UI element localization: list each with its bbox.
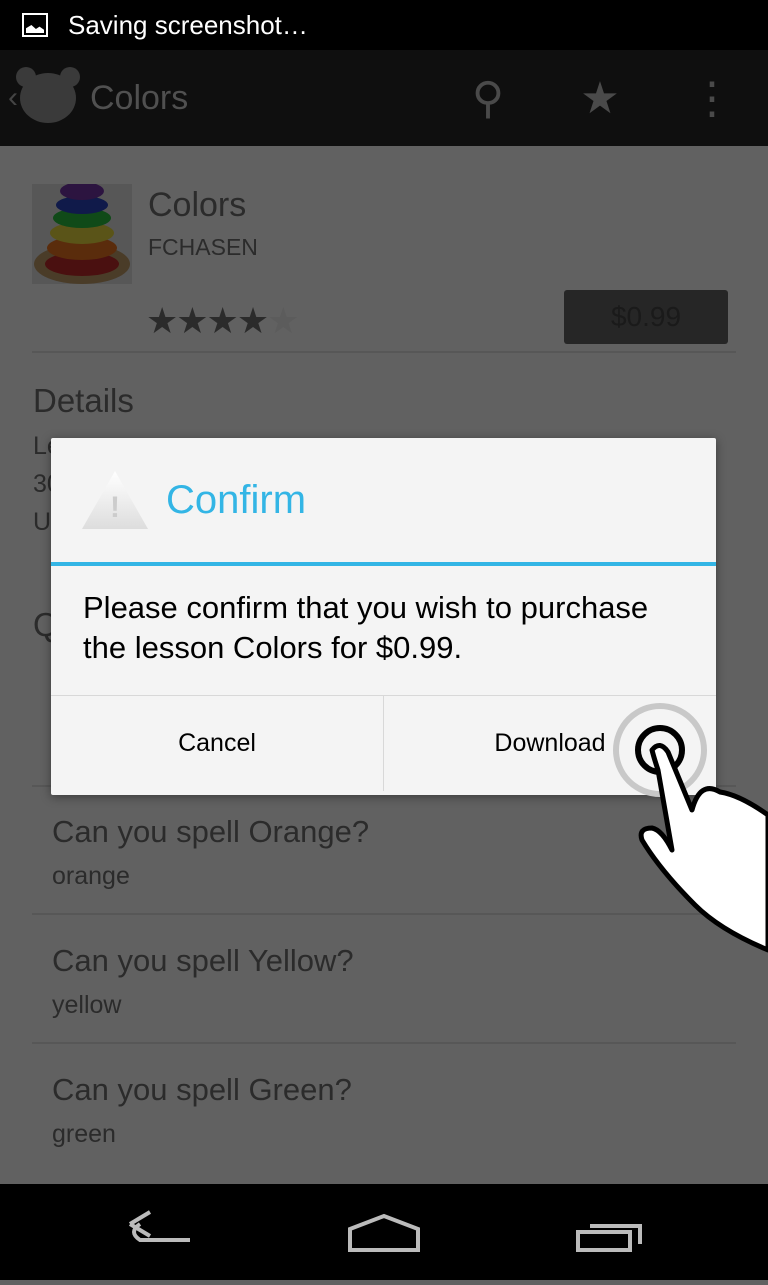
question[interactable]: Can you spell Orange? bbox=[52, 814, 369, 850]
divider bbox=[32, 1042, 736, 1044]
back-chevron-icon[interactable]: ‹ bbox=[8, 81, 18, 115]
answer: yellow bbox=[52, 991, 122, 1019]
answer: orange bbox=[52, 862, 130, 890]
dialog-title: Confirm bbox=[166, 477, 307, 522]
back-icon[interactable] bbox=[128, 1210, 190, 1242]
cancel-button[interactable]: Cancel bbox=[51, 696, 384, 791]
question[interactable]: Can you spell Yellow? bbox=[52, 943, 354, 979]
notification-text: Saving screenshot… bbox=[68, 9, 308, 40]
navigation-bar bbox=[0, 1184, 768, 1280]
lesson-thumbnail bbox=[32, 184, 132, 284]
action-bar-title: Colors bbox=[90, 78, 189, 117]
bear-logo-icon[interactable] bbox=[16, 67, 80, 123]
lesson-author: FCHASEN bbox=[148, 234, 258, 260]
divider bbox=[32, 351, 736, 353]
touch-pointer-icon bbox=[613, 703, 768, 953]
question[interactable]: Can you spell Green? bbox=[52, 1072, 352, 1108]
lesson-name: Colors bbox=[148, 186, 247, 224]
status-bar: Saving screenshot… bbox=[0, 0, 768, 50]
action-bar: ‹ Colors ⚲ ★ ⋮ bbox=[0, 50, 768, 146]
home-icon[interactable] bbox=[348, 1213, 420, 1252]
search-icon[interactable]: ⚲ bbox=[432, 73, 544, 124]
details-heading: Details bbox=[33, 382, 134, 419]
recent-apps-icon[interactable] bbox=[576, 1224, 642, 1252]
dialog-message: Please confirm that you wish to purchase… bbox=[51, 566, 716, 696]
details-text: U bbox=[33, 508, 52, 536]
overflow-menu-icon[interactable]: ⋮ bbox=[656, 73, 768, 124]
star-icon[interactable]: ★ bbox=[544, 73, 656, 124]
warning-icon bbox=[82, 471, 148, 529]
rating-stars: ★★★★★ bbox=[146, 300, 299, 341]
price-button[interactable]: $0.99 bbox=[564, 290, 728, 344]
answer: green bbox=[52, 1120, 116, 1148]
image-icon bbox=[22, 13, 48, 37]
